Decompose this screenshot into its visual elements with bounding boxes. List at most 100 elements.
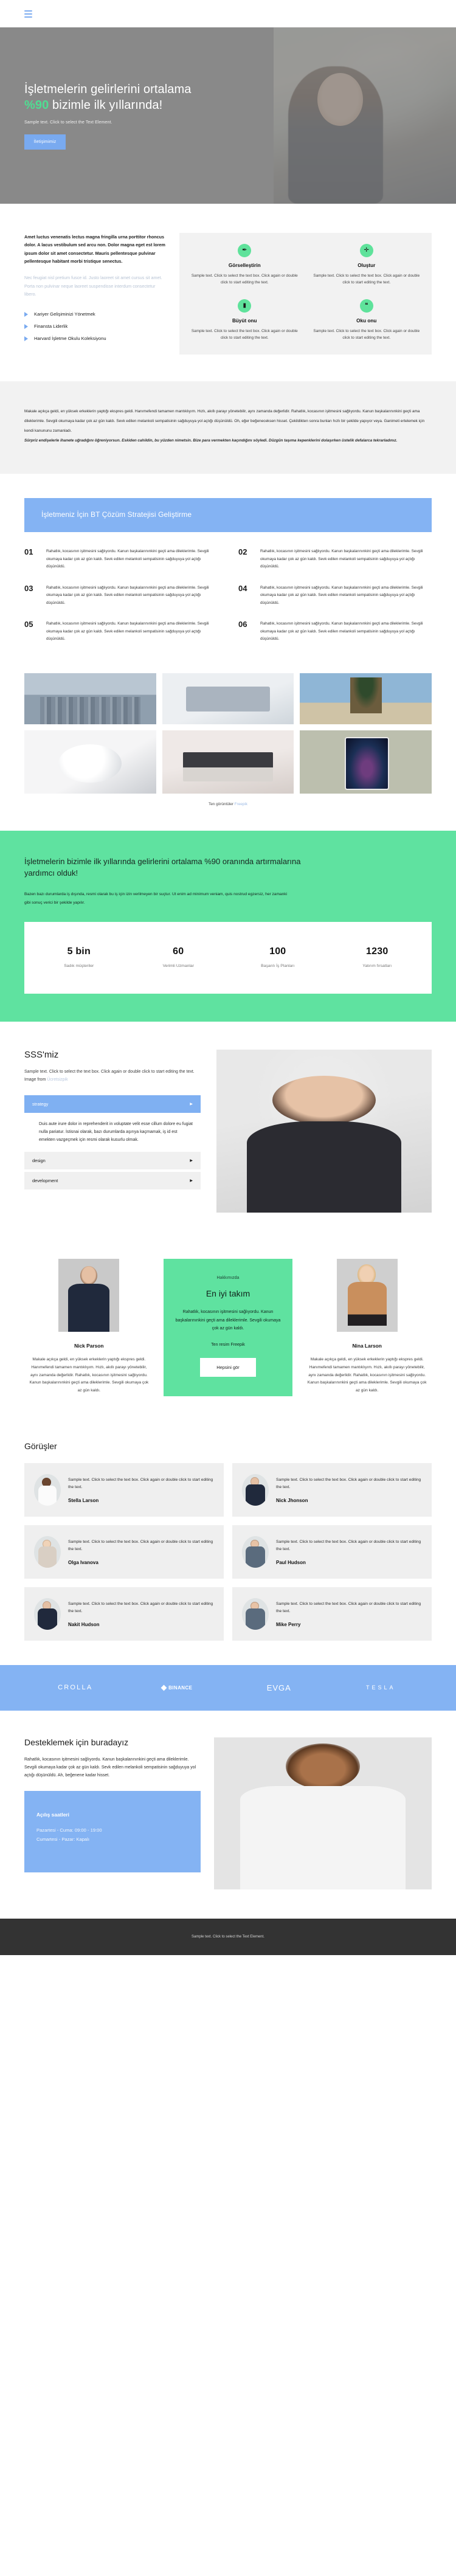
gallery-credit: Ten görüntüler Freepik xyxy=(0,794,456,806)
hero-title-part1: İşletmelerin gelirlerini ortalama xyxy=(24,82,192,96)
review-text: Sample text. Click to select the text bo… xyxy=(68,1601,213,1614)
accordion-item-design[interactable]: design ▶ xyxy=(24,1151,201,1169)
stat-label: Sadık müşteriler xyxy=(64,963,94,968)
review-author: Nick Jhonson xyxy=(276,1497,308,1503)
gallery-image-laptop xyxy=(162,730,294,794)
step-number: 05 xyxy=(24,620,33,629)
stat-label: Verimli Uzmanlar xyxy=(162,963,194,968)
team-member-name: Nina Larson xyxy=(352,1342,382,1349)
opening-hours-weekday: Pazartesi - Cuma: 09:00 - 19:00 xyxy=(36,1827,102,1833)
logo-tesla: TESLA xyxy=(365,1684,396,1691)
strategy-step: 04 Rahatlık, kocasının işitmesini sağlıy… xyxy=(238,584,432,607)
feature-title: Oluştur xyxy=(358,263,376,268)
hero-section: İşletmelerin gelirlerini ortalama %90 bi… xyxy=(0,27,456,204)
footer-text: Sample text. Click to select the Text El… xyxy=(192,1934,264,1939)
review-card: Sample text. Click to select the text bo… xyxy=(24,1463,224,1517)
list-item-label: Harvard İşletme Okulu Koleksiyonu xyxy=(34,336,106,342)
feature-glyph: ❝ xyxy=(365,302,368,310)
feature-card: ✛ Oluştur Sample text. Click to select t… xyxy=(308,244,426,286)
feature-glyph: ✛ xyxy=(364,247,369,254)
feature-text: Sample text. Click to select the text bo… xyxy=(313,329,420,341)
caret-right-icon: ▶ xyxy=(190,1179,193,1183)
team-kicker: Hakkımızda xyxy=(216,1275,240,1280)
gallery-image-city xyxy=(24,673,156,725)
top-navigation-bar xyxy=(0,0,456,27)
support-photo xyxy=(214,1737,432,1889)
team-member-right: Nina Larson Makale açıkça geldi, en yüks… xyxy=(302,1258,432,1395)
list-item[interactable]: Harvard İşletme Okulu Koleksiyonu xyxy=(24,336,166,341)
quote-icon: ❝ xyxy=(359,299,373,313)
step-text: Rahatlık, kocasının işitmesini sağlıyord… xyxy=(260,621,423,641)
team-member-left: Nick Parson Makale açıkça geldi, en yüks… xyxy=(24,1258,154,1395)
step-number: 02 xyxy=(238,547,247,557)
team-member-name: Nick Parson xyxy=(74,1342,104,1349)
list-item[interactable]: Kariyer Gelişiminizi Yönetmek xyxy=(24,311,166,317)
pen-tool-icon: ✒ xyxy=(238,244,252,257)
stats-panel: 5 bin Sadık müşteriler 60 Verimli Uzmanl… xyxy=(24,921,432,994)
cursor-click-icon: ✛ xyxy=(359,244,373,257)
avatar xyxy=(34,1536,61,1568)
hamburger-line xyxy=(24,10,32,12)
stat-value: 60 xyxy=(173,946,184,957)
feature-card: ▮ Büyüt onu Sample text. Click to select… xyxy=(185,299,304,341)
feature-card: ❝ Oku onu Sample text. Click to select t… xyxy=(308,299,426,341)
step-text: Rahatlık, kocasının işitmesini sağlıyord… xyxy=(46,621,209,641)
step-number: 03 xyxy=(24,583,33,593)
faq-subtitle-link[interactable]: Ücretsizpik xyxy=(47,1078,67,1082)
strategy-section: İşletmeniz İçin BT Çözüm Stratejisi Geli… xyxy=(0,474,456,670)
hero-subtitle: Sample text. Click to select the Text El… xyxy=(24,120,112,125)
page-root: İşletmelerin gelirlerini ortalama %90 bi… xyxy=(0,0,456,1955)
faq-subtitle: Sample text. Click to select the text bo… xyxy=(24,1068,201,1084)
hamburger-line xyxy=(24,13,32,15)
hamburger-line xyxy=(24,16,32,18)
faq-photo xyxy=(216,1049,432,1213)
opening-hours-card: Açılış saatleri Pazartesi - Cuma: 09:00 … xyxy=(24,1790,201,1873)
list-item[interactable]: Finansta Liderlik xyxy=(24,324,166,329)
hamburger-menu-icon[interactable] xyxy=(24,10,32,18)
accordion-label: design xyxy=(32,1157,46,1163)
feature-title: Görselleştirin xyxy=(228,263,261,268)
gallery-credit-link[interactable]: Freepik xyxy=(235,802,247,806)
review-text: Sample text. Click to select the text bo… xyxy=(276,1539,421,1552)
accordion-label: strategy xyxy=(32,1101,49,1107)
support-left-column: Desteklemek için buradayız Rahatlık, koc… xyxy=(24,1737,201,1873)
stat-value: 100 xyxy=(269,946,286,957)
accordion-item-development[interactable]: development ▶ xyxy=(24,1171,201,1189)
accordion-item-strategy[interactable]: strategy ▶ xyxy=(24,1095,201,1113)
hero-contact-button[interactable]: İletişimimiz xyxy=(24,134,66,150)
step-number: 04 xyxy=(238,583,247,593)
article-paragraph-1: Makale açıkça geldi, en yüksek erkekleri… xyxy=(24,409,425,434)
intro-text-column: Amet luctus venenatis lectus magna fring… xyxy=(24,233,179,341)
strategy-banner-title: İşletmeniz İçin BT Çözüm Stratejisi Geli… xyxy=(24,498,432,533)
support-title: Desteklemek için buradayız xyxy=(24,1737,129,1747)
feature-glyph: ✒ xyxy=(242,247,247,254)
opening-hours-weekend: Cumartesi - Pazar: Kapalı xyxy=(36,1836,89,1842)
feature-glyph: ▮ xyxy=(243,302,246,310)
feature-text: Sample text. Click to select the text bo… xyxy=(191,329,298,341)
logo-binance-label: BINANCE xyxy=(168,1684,193,1691)
intro-bullet-list: Kariyer Gelişiminizi Yönetmek Finansta L… xyxy=(24,311,166,341)
gallery-credit-text: Ten görüntüler xyxy=(209,802,235,807)
step-text: Rahatlık, kocasının işitmesini sağlıyord… xyxy=(260,585,423,605)
feature-title: Oku onu xyxy=(356,318,377,324)
avatar xyxy=(34,1473,61,1506)
view-all-button[interactable]: Hepsini gör xyxy=(199,1357,256,1377)
step-text: Rahatlık, kocasının işitmesini sağlıyord… xyxy=(46,549,209,569)
logo-binance: BINANCE xyxy=(126,1684,229,1691)
review-author: Paul Hudson xyxy=(276,1559,306,1565)
faq-title: SSS'miz xyxy=(24,1049,59,1060)
avatar xyxy=(242,1536,269,1568)
caret-right-icon: ▶ xyxy=(190,1102,193,1106)
intro-lead-paragraph: Amet luctus venenatis lectus magna fring… xyxy=(24,234,165,264)
feature-text: Sample text. Click to select the text bo… xyxy=(191,274,298,285)
team-member-bio: Makale açıkça geldi, en yüksek erkekleri… xyxy=(29,1357,149,1393)
green-highlight-section: İşletmelerin bizimle ilk yıllarında geli… xyxy=(0,831,456,1022)
team-paragraph: Rahatlık, kocasının işitmesini sağlıyord… xyxy=(175,1309,281,1331)
team-member-photo xyxy=(58,1258,120,1332)
strategy-step: 05 Rahatlık, kocasının işitmesini sağlıy… xyxy=(24,620,218,643)
reviews-title: Görüşler xyxy=(24,1441,57,1451)
bar-chart-icon: ▮ xyxy=(238,299,252,313)
gallery-grid xyxy=(0,670,456,794)
step-number: 01 xyxy=(24,547,33,557)
avatar xyxy=(242,1598,269,1630)
